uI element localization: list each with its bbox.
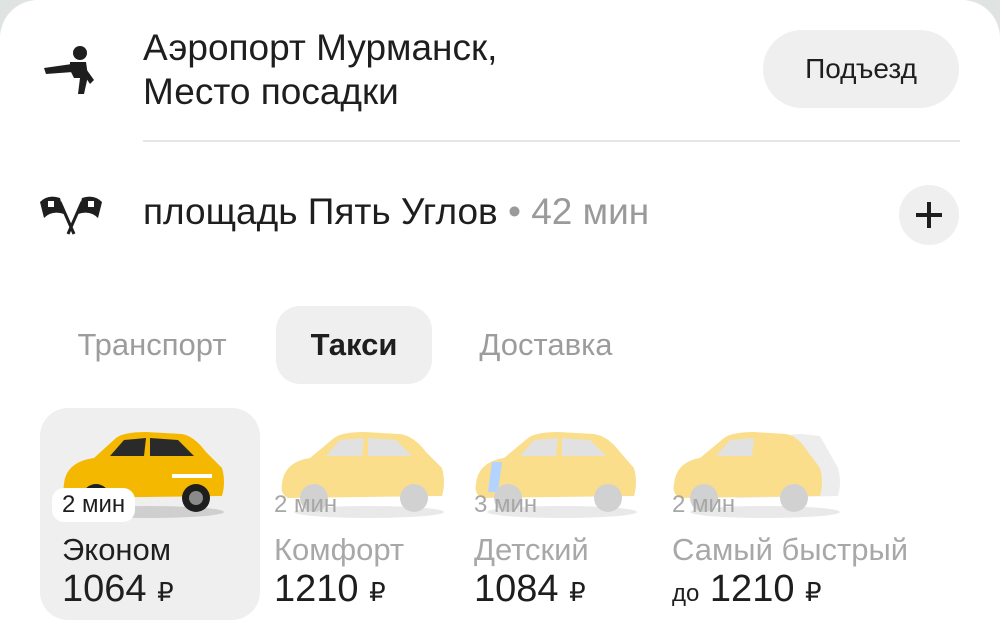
entrance-button[interactable]: Подъезд (763, 30, 959, 108)
tariff-price-value: 1210 (274, 568, 359, 610)
tab-delivery[interactable]: Доставка (460, 306, 632, 384)
tariff-name: Самый быстрый (672, 532, 909, 567)
destination-separator: • (507, 191, 521, 232)
pickup-address-line2: Место посадки (143, 71, 399, 112)
plus-icon (916, 202, 942, 228)
tariff-eta: 3 мин (474, 491, 538, 518)
tariff-card-comfort[interactable]: 2 мин Комфорт 1210 ₽ (260, 408, 480, 620)
tariff-price-value: 1084 (474, 568, 559, 610)
tariff-price: 1210 ₽ (274, 568, 386, 611)
tariff-name: Комфорт (274, 532, 405, 567)
tab-transport[interactable]: Транспорт (52, 306, 252, 384)
add-stop-button[interactable] (899, 185, 959, 245)
divider (143, 140, 960, 142)
ruble-sign: ₽ (569, 577, 586, 607)
waving-person-icon (40, 44, 100, 94)
ruble-sign: ₽ (805, 577, 822, 607)
tariff-price: до 1210 ₽ (672, 568, 822, 611)
destination-eta: 42 мин (531, 191, 650, 232)
tariff-name: Детский (474, 532, 589, 567)
tab-taxi[interactable]: Такси (276, 306, 432, 384)
tariff-price: 1064 ₽ (62, 568, 174, 611)
tariff-card-fastest[interactable]: 2 мин Самый быстрый до 1210 ₽ (656, 408, 956, 620)
pickup-address[interactable]: Аэропорт Мурманск, Место посадки (143, 26, 497, 114)
order-sheet: Аэропорт Мурманск, Место посадки Подъезд… (0, 0, 1000, 632)
tariff-eta: 2 мин (672, 491, 736, 518)
tariff-price-value: 1064 (62, 568, 147, 610)
checkered-flags-icon (38, 192, 104, 236)
pickup-address-line1: Аэропорт Мурманск, (143, 27, 498, 68)
destination-address[interactable]: площадь Пять Углов • 42 мин (143, 190, 649, 234)
ruble-sign: ₽ (157, 577, 174, 607)
tariff-card-child[interactable]: 3 мин Детский 1084 ₽ (458, 408, 678, 620)
tariff-eta: 2 мин (52, 488, 136, 522)
tariff-card-econom[interactable]: 2 мин Эконом 1064 ₽ (40, 408, 260, 620)
destination-name: площадь Пять Углов (143, 191, 498, 232)
tariff-eta: 2 мин (274, 491, 338, 518)
ruble-sign: ₽ (369, 577, 386, 607)
tariff-name: Эконом (62, 532, 172, 567)
tariff-price-prefix: до (672, 580, 700, 607)
tariff-price-value: 1210 (709, 568, 795, 610)
tariff-price: 1084 ₽ (474, 568, 586, 611)
